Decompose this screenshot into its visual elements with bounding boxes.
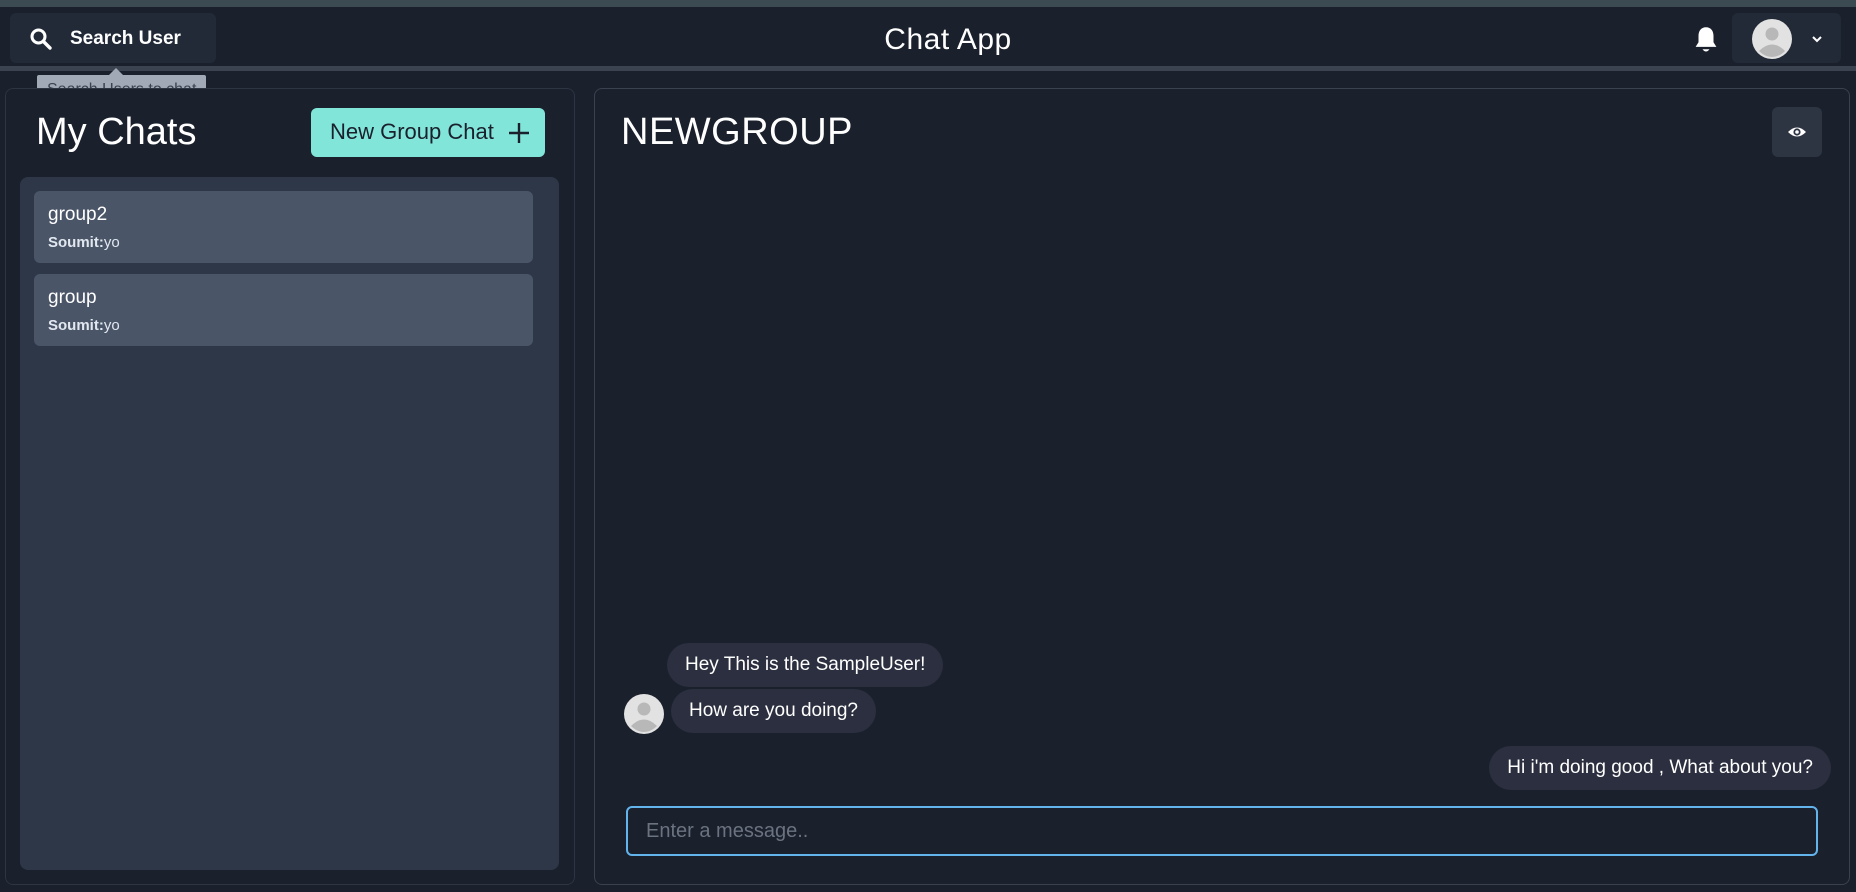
chat-item-name: group: [48, 287, 97, 308]
avatar-icon[interactable]: [624, 694, 664, 734]
chevron-down-icon: [1812, 36, 1822, 43]
my-chats-title: My Chats: [36, 111, 197, 153]
chat-box: NEWGROUP Hey This is the SampleUser! How…: [594, 88, 1850, 885]
chat-item-latest-text: yo: [103, 234, 120, 251]
chat-item-sender: Soumit:: [48, 234, 104, 251]
chat-item-latest-message: Soumit:yo: [48, 317, 120, 334]
message-input[interactable]: [626, 806, 1818, 856]
avatar-icon: [1752, 19, 1792, 59]
top-header: Search User Chat App: [0, 7, 1856, 71]
chat-list-item[interactable]: group Soumit:yo: [34, 274, 533, 346]
new-group-chat-label: New Group Chat: [330, 119, 494, 144]
chat-list: group2 Soumit:yo group Soumit:yo: [20, 177, 559, 870]
chat-item-latest-message: Soumit:yo: [48, 234, 120, 251]
plus-icon: [509, 123, 529, 143]
chat-item-sender: Soumit:: [48, 317, 104, 334]
chat-list-item[interactable]: group2 Soumit:yo: [34, 191, 533, 263]
bell-icon[interactable]: [1692, 25, 1720, 55]
message-bubble-self: Hi i'm doing good , What about you?: [1489, 746, 1831, 790]
view-group-info-button[interactable]: [1772, 107, 1822, 157]
eye-icon: [1788, 127, 1806, 137]
profile-menu-button[interactable]: [1732, 13, 1841, 63]
chat-item-latest-text: yo: [103, 317, 120, 334]
chat-title: NEWGROUP: [621, 111, 853, 153]
new-group-chat-button[interactable]: New Group Chat: [311, 108, 545, 157]
app-title: Chat App: [884, 23, 1012, 56]
chat-item-name: group2: [48, 204, 108, 225]
message-bubble: Hey This is the SampleUser!: [667, 643, 944, 687]
message-bubble: How are you doing?: [671, 689, 876, 733]
my-chats-panel: My Chats New Group Chat group2 Soumit:yo…: [5, 88, 575, 885]
window-top-strip: [0, 0, 1856, 7]
